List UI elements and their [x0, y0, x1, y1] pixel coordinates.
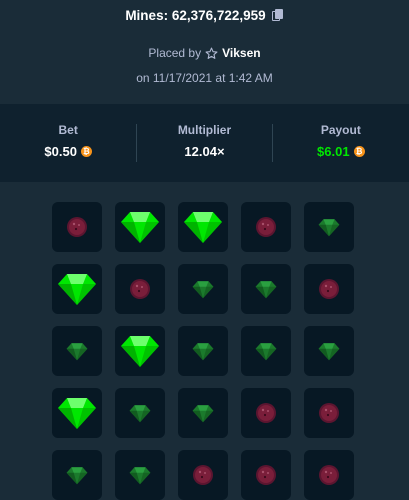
- gem-icon: [318, 342, 340, 361]
- gem-icon: [318, 218, 340, 237]
- mines-tile[interactable]: [115, 450, 165, 500]
- gem-icon: [255, 342, 277, 361]
- mine-icon: [317, 277, 341, 301]
- stat-bet-value-row: $0.50 ₿: [44, 144, 92, 159]
- stat-multiplier-value: 12.04×: [184, 144, 225, 159]
- mines-tile[interactable]: [241, 202, 291, 252]
- mines-tile[interactable]: [52, 264, 102, 314]
- placed-by-label: Placed by: [148, 46, 202, 60]
- gem-icon: [183, 210, 223, 244]
- mines-tile[interactable]: [178, 326, 228, 376]
- mines-tile[interactable]: [178, 388, 228, 438]
- mines-tile[interactable]: [178, 264, 228, 314]
- mines-game-id: Mines: 62,376,722,959: [125, 8, 266, 23]
- mines-tile[interactable]: [178, 450, 228, 500]
- mines-tile[interactable]: [304, 264, 354, 314]
- stat-multiplier: Multiplier 12.04×: [136, 104, 272, 182]
- gem-icon: [255, 280, 277, 299]
- mines-board: [0, 182, 409, 500]
- mines-tile[interactable]: [115, 388, 165, 438]
- gem-icon: [120, 210, 160, 244]
- mines-tile[interactable]: [52, 326, 102, 376]
- mine-icon: [128, 277, 152, 301]
- stat-payout: Payout $6.01 ₿: [273, 104, 409, 182]
- gem-icon: [66, 466, 88, 485]
- stat-bet-label: Bet: [58, 123, 78, 137]
- mines-tile[interactable]: [241, 388, 291, 438]
- mines-tile[interactable]: [115, 202, 165, 252]
- bet-date: on 11/17/2021 at 1:42 AM: [136, 71, 273, 85]
- mine-icon: [191, 463, 215, 487]
- mines-tile[interactable]: [241, 326, 291, 376]
- mine-icon: [317, 401, 341, 425]
- gem-icon: [120, 334, 160, 368]
- stat-multiplier-value-row: 12.04×: [184, 144, 224, 159]
- mine-icon: [317, 463, 341, 487]
- mine-icon: [254, 215, 278, 239]
- stat-bet: Bet $0.50 ₿: [0, 104, 136, 182]
- mines-tile[interactable]: [178, 202, 228, 252]
- mine-icon: [65, 215, 89, 239]
- mines-tile[interactable]: [115, 264, 165, 314]
- stat-bet-value: $0.50: [44, 144, 77, 159]
- mines-tile[interactable]: [52, 202, 102, 252]
- mines-tile[interactable]: [52, 450, 102, 500]
- bet-stats-bar: Bet $0.50 ₿ Multiplier 12.04× Payout $6.…: [0, 104, 409, 182]
- mines-tile[interactable]: [52, 388, 102, 438]
- game-id-line: Mines: 62,376,722,959: [0, 8, 409, 23]
- gem-icon: [66, 342, 88, 361]
- gem-icon: [129, 404, 151, 423]
- mines-tile[interactable]: [304, 202, 354, 252]
- mine-icon: [254, 401, 278, 425]
- mines-tile[interactable]: [115, 326, 165, 376]
- mines-tile[interactable]: [304, 326, 354, 376]
- bitcoin-icon: ₿: [353, 146, 365, 157]
- username-link[interactable]: Viksen: [222, 46, 260, 60]
- gem-icon: [57, 396, 97, 430]
- mines-tile[interactable]: [241, 264, 291, 314]
- mines-tile[interactable]: [304, 450, 354, 500]
- stat-payout-value-row: $6.01 ₿: [317, 144, 365, 159]
- gem-icon: [57, 272, 97, 306]
- copy-icon[interactable]: [271, 9, 284, 22]
- gem-icon: [192, 342, 214, 361]
- stat-payout-label: Payout: [320, 123, 361, 137]
- placed-by-line: Placed by Viksen: [0, 46, 409, 60]
- mines-tile[interactable]: [241, 450, 291, 500]
- stat-multiplier-label: Multiplier: [177, 123, 232, 137]
- gem-icon: [192, 404, 214, 423]
- mines-grid: [52, 202, 354, 500]
- gem-icon: [192, 280, 214, 299]
- mine-icon: [254, 463, 278, 487]
- gem-icon: [129, 466, 151, 485]
- bitcoin-icon: ₿: [80, 146, 92, 157]
- star-icon: [205, 47, 218, 59]
- bet-header: Mines: 62,376,722,959 Placed by Viksen o…: [0, 0, 409, 104]
- mines-tile[interactable]: [304, 388, 354, 438]
- stat-payout-value: $6.01: [317, 144, 350, 159]
